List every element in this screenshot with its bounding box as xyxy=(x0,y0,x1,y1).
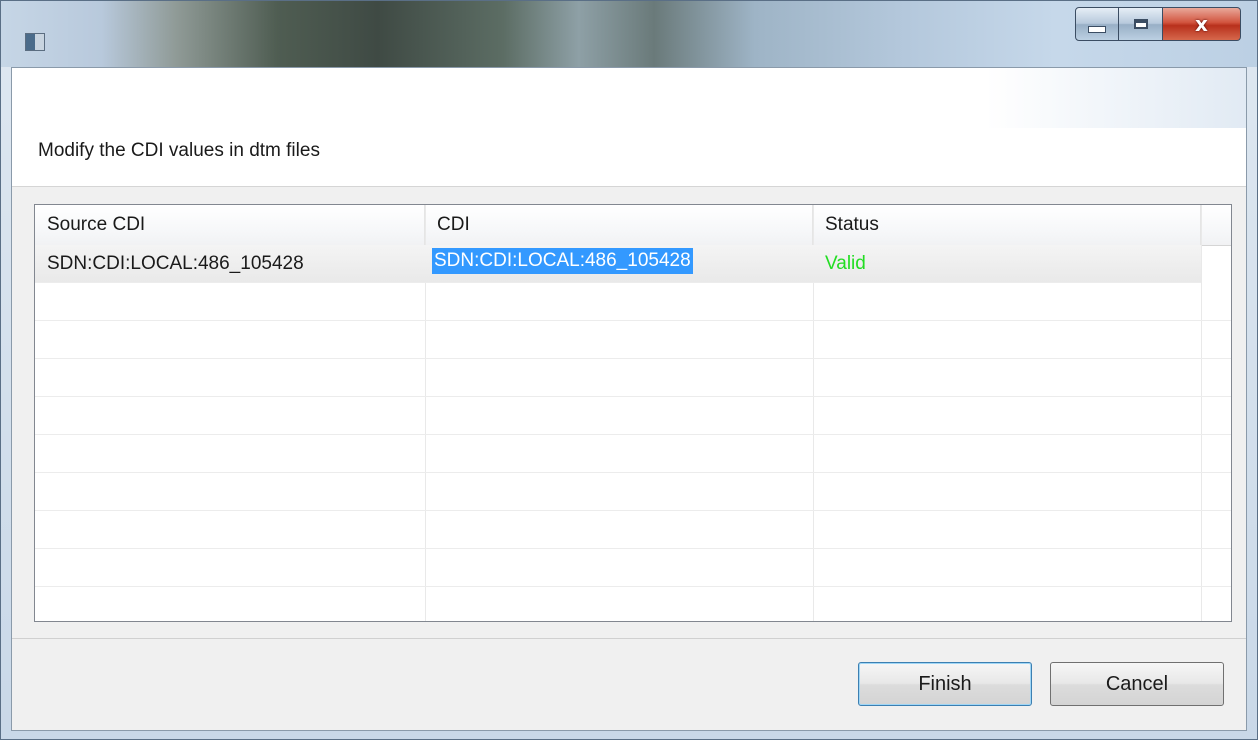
empty-row xyxy=(35,283,1231,321)
column-header-cdi[interactable]: CDI xyxy=(425,205,813,245)
empty-row xyxy=(35,321,1231,359)
header-area: Modify the CDI values in dtm files xyxy=(12,68,1246,187)
empty-row xyxy=(35,473,1231,511)
column-header-source-cdi[interactable]: Source CDI xyxy=(35,205,425,245)
maximize-button[interactable] xyxy=(1119,7,1163,41)
column-header-status[interactable]: Status xyxy=(813,205,1201,245)
dialog-window: x Modify the CDI values in dtm files Sou… xyxy=(0,0,1258,740)
window-controls: x xyxy=(1075,7,1241,41)
table-header: Source CDI CDI Status xyxy=(35,205,1231,246)
cell-source-cdi: SDN:CDI:LOCAL:486_105428 xyxy=(47,253,304,274)
empty-row xyxy=(35,511,1231,549)
empty-row xyxy=(35,549,1231,587)
minimize-button[interactable] xyxy=(1075,7,1119,41)
footer-divider xyxy=(12,638,1246,639)
finish-button[interactable]: Finish xyxy=(858,662,1032,706)
close-icon: x xyxy=(1195,12,1208,36)
cancel-button[interactable]: Cancel xyxy=(1050,662,1224,706)
dialog-content: Modify the CDI values in dtm files Sourc… xyxy=(11,67,1247,731)
table-row[interactable]: SDN:CDI:LOCAL:486_105428 SDN:CDI:LOCAL:4… xyxy=(35,245,1201,283)
title-bar[interactable]: x xyxy=(1,1,1257,67)
header-description: Modify the CDI values in dtm files xyxy=(38,140,320,161)
minimize-icon xyxy=(1088,25,1106,33)
cell-status: Valid xyxy=(825,253,866,274)
cdi-edit-field[interactable]: SDN:CDI:LOCAL:486_105428 xyxy=(432,248,693,274)
empty-row xyxy=(35,359,1231,397)
empty-row xyxy=(35,435,1231,473)
cdi-table: Source CDI CDI Status SDN:CDI:LOCAL:486_… xyxy=(34,204,1232,622)
close-button[interactable]: x xyxy=(1163,7,1241,41)
app-icon xyxy=(25,33,45,51)
maximize-icon xyxy=(1133,19,1148,29)
empty-row xyxy=(35,397,1231,435)
